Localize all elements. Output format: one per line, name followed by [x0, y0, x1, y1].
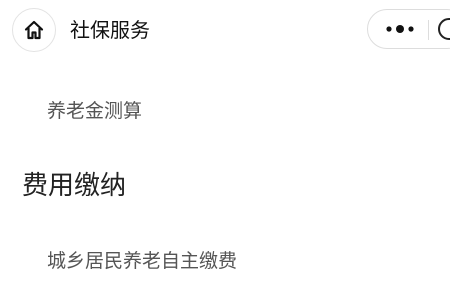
miniprogram-capsule [367, 9, 450, 49]
navigation-bar: 社保服务 [0, 0, 450, 60]
home-icon [24, 20, 44, 40]
capsule-divider [428, 20, 429, 40]
more-dots-icon[interactable] [384, 22, 416, 36]
menu-item-resident-pension-self-payment[interactable]: 城乡居民养老自主缴费 [47, 247, 237, 275]
home-button[interactable] [12, 8, 56, 52]
section-heading-fee-payment: 费用缴纳 [22, 171, 127, 201]
page-title: 社保服务 [70, 18, 150, 42]
menu-item-pension-calculation[interactable]: 养老金测算 [47, 97, 142, 125]
close-circle-icon[interactable] [438, 18, 450, 40]
page: 社保服务 养老金测算 费用缴纳 城乡居民养老自主缴费 [0, 0, 450, 300]
